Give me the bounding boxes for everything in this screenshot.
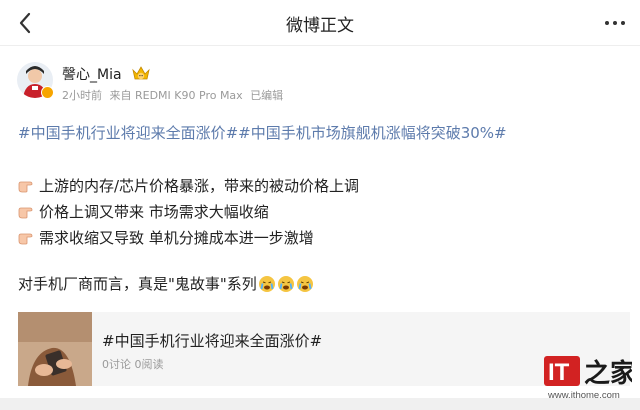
crown-emoji-icon	[131, 64, 151, 86]
crying-face-icon	[277, 275, 294, 292]
post-edited: 已编辑	[250, 89, 284, 102]
pointing-hand-icon	[18, 204, 36, 220]
author-name[interactable]: 謦心_Mia	[62, 64, 122, 84]
post-meta: 2小时前 来自 REDMI K90 Pro Max 已编辑	[62, 87, 287, 103]
more-button[interactable]	[600, 8, 630, 38]
bullet-text: 上游的内存/芯片价格暴涨，带来的被动价格上调	[39, 177, 360, 195]
bullet-text: 需求收缩又导致 单机分摊成本进一步激增	[39, 229, 314, 247]
bullet-text: 价格上调又带来 市场需求大幅收缩	[39, 203, 269, 221]
page-title: 微博正文	[286, 16, 354, 36]
topic-link[interactable]: #中国手机市场旗舰机涨幅将突破30%#	[238, 124, 506, 142]
pointing-hand-icon	[18, 230, 36, 246]
post-source: 来自 REDMI K90 Pro Max	[109, 89, 243, 102]
verified-badge	[41, 86, 54, 99]
bullet-line: 上游的内存/芯片价格暴涨，带来的被动价格上调	[18, 175, 359, 196]
crying-face-icon	[258, 275, 275, 292]
svg-text:IT: IT	[548, 359, 570, 386]
crying-face-icon	[296, 275, 313, 292]
top-navbar: 微博正文	[0, 0, 640, 46]
topic-card-stats: 0讨论 0阅读	[102, 358, 164, 371]
topic-card[interactable]: #中国手机行业将迎来全面涨价# 0讨论 0阅读	[18, 312, 630, 386]
bullet-line: 需求收缩又导致 单机分摊成本进一步激增	[18, 227, 314, 248]
topic-link[interactable]: #中国手机行业将迎来全面涨价#	[18, 124, 238, 142]
closing-text: 对手机厂商而言，真是"鬼故事"系列	[18, 275, 257, 293]
post-time: 2小时前	[62, 89, 102, 102]
bottom-divider	[0, 398, 640, 410]
svg-text:之家: 之家	[584, 358, 632, 389]
topic-card-thumbnail	[18, 312, 92, 386]
pointing-hand-icon	[18, 178, 36, 194]
bullet-line: 价格上调又带来 市场需求大幅收缩	[18, 201, 269, 222]
topic-links: #中国手机行业将迎来全面涨价##中国手机市场旗舰机涨幅将突破30%#	[18, 122, 507, 143]
more-dots-icon	[605, 21, 625, 25]
ithome-logo: IT 之家	[542, 352, 636, 394]
closing-line: 对手机厂商而言，真是"鬼故事"系列	[18, 273, 314, 294]
topic-card-title: #中国手机行业将迎来全面涨价#	[102, 332, 323, 350]
